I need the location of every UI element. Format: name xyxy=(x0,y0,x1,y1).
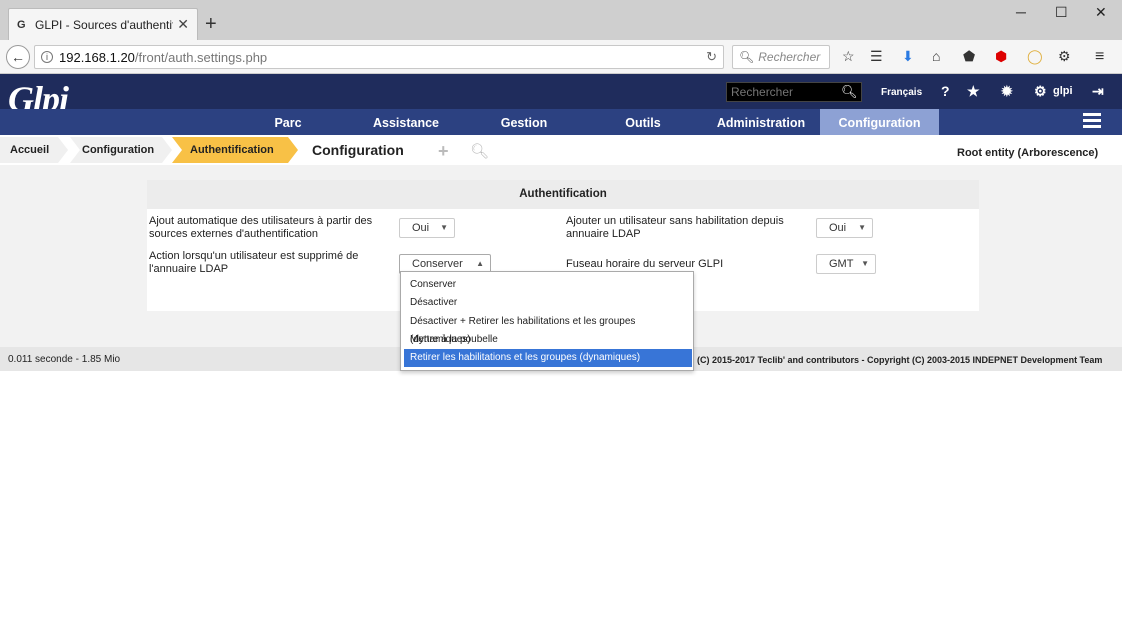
browser-search-placeholder: Rechercher xyxy=(758,50,821,64)
search-icon: 🔍︎ xyxy=(739,50,755,64)
glpi-search-field[interactable]: 🔍︎ xyxy=(726,82,862,102)
chevron-down-icon: ▼ xyxy=(861,259,869,268)
url-bar[interactable]: i 192.168.1.20 /front/auth.settings.php … xyxy=(34,45,724,69)
browser-menu-icon[interactable]: ≡ xyxy=(1095,48,1104,66)
reading-list-icon[interactable]: ☰ xyxy=(870,48,883,65)
browser-navbar: ← i 192.168.1.20 /front/auth.settings.ph… xyxy=(0,40,1122,74)
username[interactable]: glpi xyxy=(1053,85,1073,97)
auto-add-label: Ajout automatique des utilisateurs à par… xyxy=(149,215,373,240)
home-icon[interactable]: ⌂ xyxy=(932,48,940,64)
dropdown-option[interactable]: Mettre à la poubelle xyxy=(404,331,692,349)
browser-tab[interactable]: G GLPI - Sources d'authentifica ✕ xyxy=(8,8,198,40)
tab-title: GLPI - Sources d'authentifica xyxy=(35,17,173,32)
new-tab-button[interactable]: + xyxy=(205,14,217,34)
glpi-main-menu: Parc Assistance Gestion Outils Administr… xyxy=(0,109,1122,135)
search-icon[interactable]: 🔍︎ xyxy=(841,84,858,100)
help-icon[interactable]: ? xyxy=(941,83,950,99)
add-icon[interactable]: + xyxy=(438,141,449,162)
add-no-rights-label: Ajouter un utilisateur sans habilitation… xyxy=(566,215,784,240)
timezone-label: Fuseau horaire du serveur GLPI xyxy=(566,258,724,270)
logout-icon[interactable]: ⇥ xyxy=(1092,83,1104,100)
timezone-value: GMT xyxy=(829,258,854,270)
search-icon[interactable]: 🔍︎ xyxy=(470,142,489,160)
minimize-icon[interactable]: ─ xyxy=(1016,4,1026,20)
deleted-action-value: Conserver xyxy=(412,258,463,270)
pocket-icon[interactable]: ⬟ xyxy=(963,48,975,65)
glpi-favicon-icon: G xyxy=(17,18,26,31)
back-button[interactable]: ← xyxy=(6,45,30,69)
glpi-header xyxy=(0,74,1122,109)
form-header: Authentification xyxy=(147,180,979,209)
page-title: Configuration xyxy=(312,142,404,158)
download-icon[interactable]: ⬇ xyxy=(902,48,914,65)
adblock-icon[interactable]: ⬢ xyxy=(995,48,1007,65)
deleted-action-label: Action lorsqu'un utilisateur est supprim… xyxy=(149,250,359,275)
site-info-icon[interactable]: i xyxy=(41,51,53,63)
add-no-rights-select[interactable]: Oui ▼ xyxy=(816,218,873,238)
menu-outils[interactable]: Outils xyxy=(612,109,674,135)
menu-administration[interactable]: Administration xyxy=(702,109,820,135)
menu-configuration[interactable]: Configuration xyxy=(820,109,939,135)
tab-close-icon[interactable]: ✕ xyxy=(177,16,189,33)
breadcrumb-configuration[interactable]: Configuration xyxy=(72,137,154,163)
debug-bug-icon[interactable]: ✹ xyxy=(1001,83,1013,100)
footer-copyright[interactable]: (C) 2015-2017 Teclib' and contributors -… xyxy=(697,355,1102,365)
menu-parc[interactable]: Parc xyxy=(258,109,318,135)
dropdown-option[interactable]: Conserver xyxy=(404,276,692,294)
url-host: 192.168.1.20 xyxy=(59,49,135,65)
footer-timing: 0.011 seconde - 1.85 Mio xyxy=(8,354,121,365)
extension-ring-icon[interactable]: ◯ xyxy=(1027,48,1043,65)
menu-gestion[interactable]: Gestion xyxy=(490,109,558,135)
dropdown-option[interactable]: Désactiver + Retirer les habilitations e… xyxy=(404,313,692,345)
timezone-select[interactable]: GMT ▼ xyxy=(816,254,876,274)
reload-icon[interactable]: ↻ xyxy=(706,49,717,65)
hamburger-menu-icon[interactable] xyxy=(1083,113,1101,131)
breadcrumb-accueil[interactable]: Accueil xyxy=(0,137,49,163)
deleted-action-dropdown: Conserver Désactiver Désactiver + Retire… xyxy=(400,271,694,371)
breadcrumb-authentification[interactable]: Authentification xyxy=(180,137,274,163)
preferences-gear-icon[interactable]: ⚙ xyxy=(1034,83,1047,100)
chevron-down-icon: ▼ xyxy=(440,223,448,232)
close-icon[interactable]: ✕ xyxy=(1095,4,1107,21)
browser-search-input[interactable]: 🔍︎ Rechercher xyxy=(732,45,830,69)
bookmark-star-icon[interactable]: ★ xyxy=(967,83,980,100)
dropdown-option[interactable]: Désactiver xyxy=(404,294,692,312)
add-no-rights-value: Oui xyxy=(829,222,847,234)
maximize-icon[interactable]: ☐ xyxy=(1055,4,1068,21)
dropdown-option-highlighted[interactable]: Retirer les habilitations et les groupes… xyxy=(404,349,692,367)
extension-puzzle-icon[interactable]: ⚙ xyxy=(1058,48,1071,65)
entity-label[interactable]: Root entity (Arborescence) xyxy=(957,147,1098,159)
glpi-search-input[interactable] xyxy=(731,85,841,99)
url-path: /front/auth.settings.php xyxy=(134,49,268,65)
auto-add-value: Oui xyxy=(412,222,430,234)
language-selector[interactable]: Français xyxy=(881,87,922,98)
bookmark-star-icon[interactable]: ☆ xyxy=(842,48,855,65)
menu-assistance[interactable]: Assistance xyxy=(360,109,452,135)
auto-add-select[interactable]: Oui ▼ xyxy=(399,218,455,238)
chevron-down-icon: ▼ xyxy=(858,223,866,232)
